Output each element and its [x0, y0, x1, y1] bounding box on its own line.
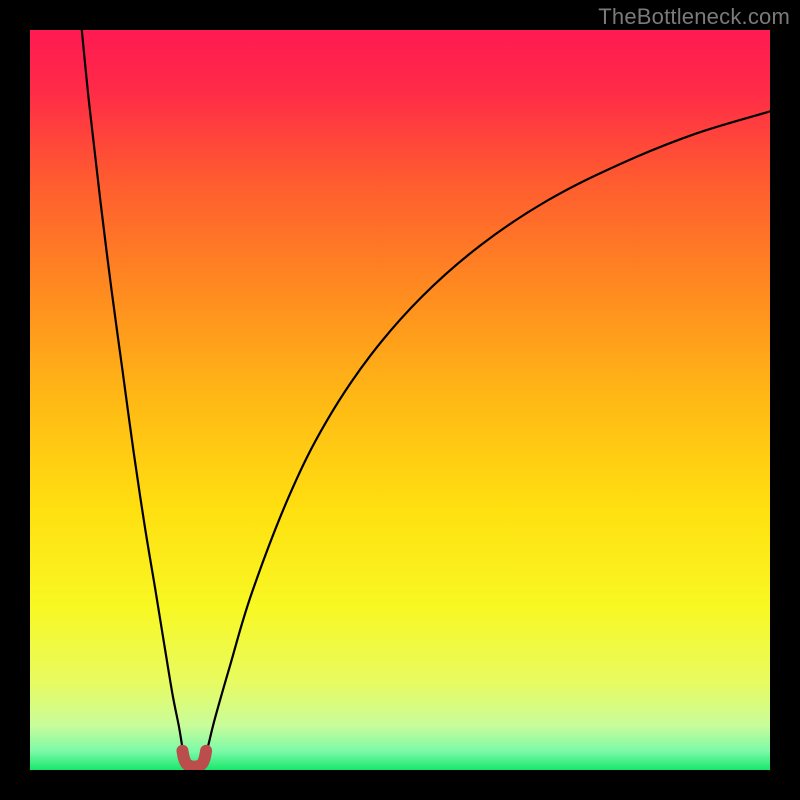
- chart-frame: TheBottleneck.com: [0, 0, 800, 800]
- plot-area: [30, 30, 770, 770]
- gradient-background: [30, 30, 770, 770]
- watermark-text: TheBottleneck.com: [598, 4, 790, 30]
- chart-svg: [30, 30, 770, 770]
